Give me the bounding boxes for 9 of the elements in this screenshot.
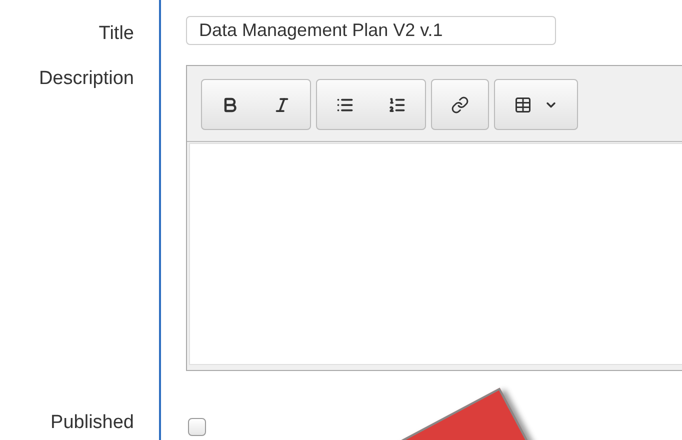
numbered-list-icon — [388, 96, 406, 114]
italic-icon — [273, 96, 291, 114]
link-icon — [451, 96, 469, 114]
table-icon — [514, 96, 532, 114]
field-label: Title — [98, 22, 134, 46]
field-label: Published — [50, 411, 134, 435]
field-label: Description — [38, 67, 134, 91]
published-checkbox[interactable] — [188, 418, 206, 436]
title-field[interactable]: Data Management Plan V2 v.1 — [186, 16, 556, 45]
